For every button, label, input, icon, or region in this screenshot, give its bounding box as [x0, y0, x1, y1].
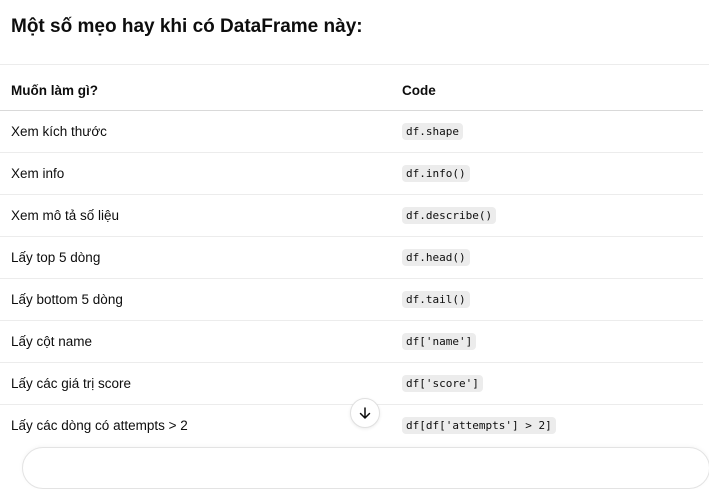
- message-composer[interactable]: [22, 447, 709, 489]
- table-row: Xem info df.info(): [0, 153, 703, 195]
- row-action: Lấy top 5 dòng: [11, 250, 101, 265]
- row-action: Lấy bottom 5 dòng: [11, 292, 123, 307]
- table-row: Lấy bottom 5 dòng df.tail(): [0, 279, 703, 321]
- header-action: Muốn làm gì?: [11, 83, 98, 98]
- row-action: Xem kích thước: [11, 124, 107, 139]
- section-heading: Một số mẹo hay khi có DataFrame này:: [11, 16, 363, 37]
- table-header-row: Muốn làm gì? Code: [0, 69, 703, 111]
- row-code: df['score']: [402, 375, 483, 392]
- row-action: Xem info: [11, 166, 65, 181]
- scroll-to-bottom-button[interactable]: [350, 398, 380, 428]
- divider: [0, 64, 709, 65]
- row-code: df['name']: [402, 333, 477, 350]
- row-code: df.head(): [402, 249, 470, 266]
- row-action: Lấy các dòng có attempts > 2: [11, 418, 188, 433]
- table-row: Xem mô tả số liệu df.describe(): [0, 195, 703, 237]
- table-row: Lấy cột name df['name']: [0, 321, 703, 363]
- header-code: Code: [402, 83, 436, 98]
- row-code: df.describe(): [402, 207, 497, 224]
- table-row: Xem kích thước df.shape: [0, 111, 703, 153]
- row-code: df.tail(): [402, 291, 470, 308]
- table-row: Lấy top 5 dòng df.head(): [0, 237, 703, 279]
- row-code: df.shape: [402, 123, 463, 140]
- table-row: Lấy các giá trị score df['score']: [0, 363, 703, 405]
- row-action: Xem mô tả số liệu: [11, 208, 120, 223]
- tips-table: Muốn làm gì? Code Xem kích thước df.shap…: [0, 69, 703, 446]
- row-code: df[df['attempts'] > 2]: [402, 417, 556, 434]
- row-action: Lấy cột name: [11, 334, 93, 349]
- row-code: df.info(): [402, 165, 470, 182]
- arrow-down-icon: [358, 406, 372, 420]
- row-action: Lấy các giá trị score: [11, 376, 132, 391]
